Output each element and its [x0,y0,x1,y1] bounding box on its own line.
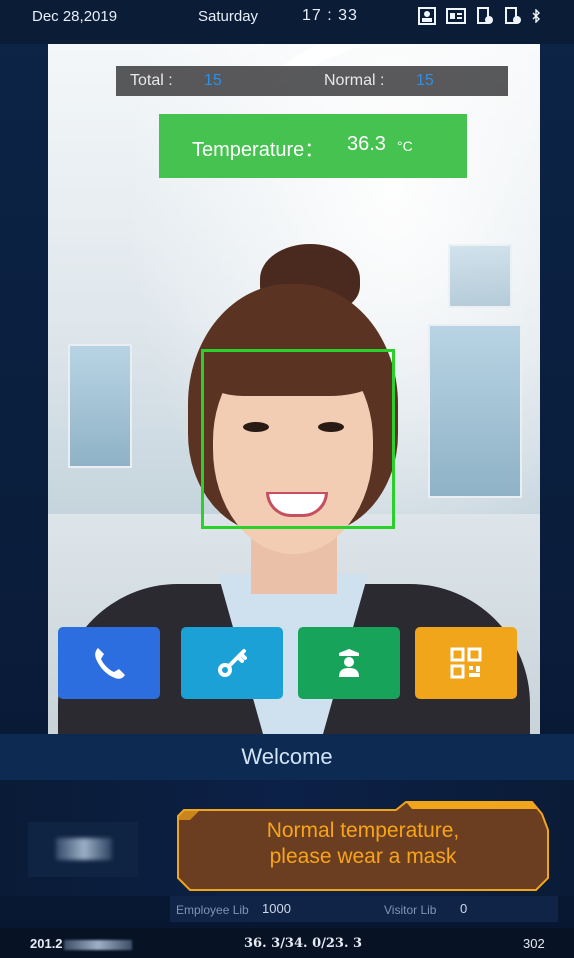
camera-preview: Total : 15 Normal : 15 Temperature： 36.3… [48,44,540,734]
status-bar: Dec 28,2019 Saturday 17 : 33 [0,0,574,44]
temperature-value: 36.3 [347,133,386,155]
normal-value: 15 [416,72,434,89]
normal-label: Normal : [324,72,385,89]
visitor-lib-label: Visitor Lib [384,903,437,917]
key-icon [218,649,247,677]
temperature-readings: 36. 3/34. 0/23. 3 [244,936,363,951]
temperature-banner: Temperature： 36.3 °C [159,114,467,178]
captured-avatar [28,822,138,877]
status-message: Normal temperature, please wear a mask [176,818,550,870]
temperature-unit: °C [397,138,413,154]
device-screen: Dec 28,2019 Saturday 17 : 33 Total: 15 … [0,0,574,958]
face-detection-box [201,349,395,529]
id-card-icon [446,8,466,24]
status-message-line1: Normal temperature, [266,819,460,842]
call-guard-button[interactable] [298,627,400,699]
phone-icon [95,648,125,679]
qr-code-icon [450,647,482,679]
status-message-line2: please wear a mask [269,845,457,868]
status-icons [418,7,540,25]
security-guard-icon [339,649,359,677]
temperature-label: Temperature： [192,139,325,161]
employee-lib-label: Employee Lib [176,903,249,917]
lock-info-icon [477,7,493,24]
visitor-lib-value: 0 [460,901,468,916]
welcome-banner: Welcome [0,734,574,780]
date-text: Dec 28,2019 [32,8,118,25]
unlock-button[interactable] [181,627,283,699]
face-recognition-icon [418,7,436,25]
bottom-info-bar: 201.2 36. 3/34. 0/23. 3 302 [0,928,574,958]
employee-lib-value: 1000 [262,901,291,916]
lock-status-icon [505,7,521,24]
total-label: Total : [130,72,173,89]
counter-bar: Total : 15 Normal : 15 [116,66,508,96]
time-text: 17 : 33 [302,7,358,24]
total-value: 15 [204,72,222,89]
call-button[interactable] [58,627,160,699]
result-panel: Normal temperature, please wear a mask [0,780,574,896]
day-text: Saturday [198,8,259,25]
avatar-blur [56,838,112,860]
ip-prefix: 201.2 [30,936,63,951]
record-count: 302 [523,936,545,951]
bluetooth-icon [532,9,540,23]
ip-masked [63,939,132,950]
qr-code-button[interactable] [415,627,517,699]
library-bar: Employee Lib 1000 Visitor Lib 0 [170,896,558,922]
ip-address: 201.2 [30,936,132,951]
